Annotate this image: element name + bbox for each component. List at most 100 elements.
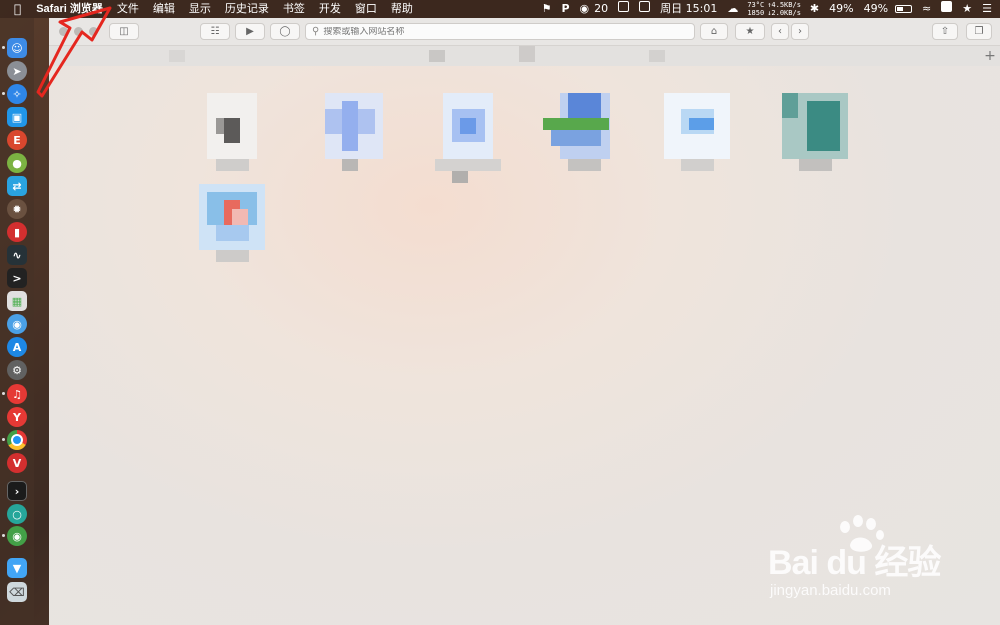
screen-app-icon[interactable]: ○ — [7, 504, 27, 524]
clock-text[interactable]: 周日 15:01 — [655, 0, 722, 18]
menu-develop[interactable]: 开发 — [312, 0, 348, 18]
battery-percent-2[interactable]: 49% — [859, 0, 890, 18]
sogou-icon[interactable] — [936, 0, 957, 18]
tab-bar-blur-pixel — [169, 50, 185, 62]
search-input[interactable] — [319, 26, 664, 37]
shell-app-icon[interactable]: ✹ — [7, 199, 27, 219]
menu-history[interactable]: 历史记录 — [218, 0, 276, 18]
watermark-url: jingyan.baidu.com — [770, 582, 891, 599]
flashlight-icon: ☷ — [210, 26, 220, 37]
menu-window[interactable]: 窗口 — [348, 0, 384, 18]
shield-button[interactable]: ◯ — [270, 23, 300, 40]
download-text: ↓2.0KB/s — [767, 9, 801, 17]
tab-bar-blur-pixel — [519, 46, 535, 62]
tabs-overview-button[interactable]: ❐ — [966, 23, 992, 40]
sidebar-toggle-button[interactable]: ◫ — [109, 23, 139, 40]
launchpad-icon[interactable]: ➤ — [7, 61, 27, 81]
menu-bookmarks[interactable]: 书签 — [276, 0, 312, 18]
bookmark-status-icon[interactable]: ⚑ — [537, 0, 557, 18]
favorite-tile[interactable] — [199, 184, 265, 264]
chrome-icon[interactable] — [7, 430, 27, 450]
app-red-icon[interactable]: E — [7, 130, 27, 150]
home-icon: ⌂ — [710, 26, 718, 37]
activity-monitor-icon[interactable]: ∿ — [7, 245, 27, 265]
photos-app-icon[interactable]: ▦ — [7, 291, 27, 311]
wechat-dock-icon[interactable]: ◉ — [7, 526, 27, 546]
tab-bar-blur-pixel — [429, 50, 445, 62]
favorite-tile[interactable] — [317, 93, 383, 173]
siri-icon[interactable]: ◉ — [7, 314, 27, 334]
upload-text: ↑4.5KB/s — [767, 1, 801, 9]
terminal-icon[interactable]: > — [7, 268, 27, 288]
watermark-brand: Bai du 经验 — [768, 544, 941, 582]
star-icon[interactable]: ★ — [957, 0, 977, 18]
trash-icon[interactable]: ⌫ — [7, 582, 27, 602]
bookmark-star-button[interactable]: ★ — [735, 23, 765, 40]
wifi-icon[interactable]: ≈ — [917, 0, 936, 18]
share-button[interactable]: ⇧ — [932, 23, 958, 40]
reader-button[interactable]: ▶ — [235, 23, 265, 40]
running-indicator — [2, 46, 5, 49]
app-store-icon[interactable]: A — [7, 337, 27, 357]
menu-app-name[interactable]: Safari 浏览器 — [29, 0, 110, 18]
downloads-folder-icon[interactable]: ▼ — [7, 558, 27, 578]
yandex-icon[interactable]: Y — [7, 407, 27, 427]
home-button[interactable]: ⌂ — [700, 23, 728, 40]
finder-icon[interactable]: ☺ — [7, 38, 27, 58]
bluetooth-icon[interactable]: ✱ — [805, 0, 824, 18]
favorite-tile[interactable] — [782, 93, 848, 173]
apple-menu-icon[interactable]:  — [0, 0, 29, 18]
share-icon: ⇧ — [940, 26, 950, 37]
chevron-left-icon: ‹ — [778, 26, 782, 37]
flashlight-button[interactable]: ☷ — [200, 23, 230, 40]
menu-list-icon[interactable]: ☰ — [977, 0, 1000, 18]
rpm-text: 1850 — [747, 9, 765, 17]
zoom-window-button[interactable] — [89, 27, 98, 36]
p-status-icon[interactable]: P — [556, 0, 574, 18]
cloud-icon[interactable]: ☁ — [722, 0, 743, 18]
tab-bar — [49, 46, 1000, 66]
wechat-status-icon[interactable]: ◉ — [575, 0, 595, 18]
menu-help[interactable]: 帮助 — [384, 0, 420, 18]
running-indicator — [2, 392, 5, 395]
menu-bar:  Safari 浏览器 文件 编辑 显示 历史记录 书签 开发 窗口 帮助 ⚑… — [0, 0, 1000, 18]
running-indicator — [2, 534, 5, 537]
new-tab-button[interactable]: + — [980, 46, 1000, 66]
temp-text: 73°C — [747, 1, 765, 9]
play-icon: ▶ — [246, 26, 254, 37]
tabs-icon: ❐ — [974, 26, 984, 37]
vivaldi-icon[interactable]: V — [7, 453, 27, 473]
window-grid-icon[interactable] — [634, 0, 655, 18]
terminal-2-icon[interactable]: › — [7, 481, 27, 501]
forward-button[interactable]: › — [791, 23, 809, 40]
safari-icon[interactable]: ✧ — [7, 84, 27, 104]
back-button[interactable]: ‹ — [771, 23, 789, 40]
favorite-tile[interactable] — [199, 93, 265, 173]
favorite-tile[interactable] — [664, 93, 730, 173]
preview-icon[interactable]: ▣ — [7, 107, 27, 127]
battery-icon[interactable] — [890, 0, 917, 18]
menu-edit[interactable]: 编辑 — [146, 0, 182, 18]
chevron-right-icon: › — [798, 26, 802, 37]
netease-music-icon[interactable]: ♫ — [7, 384, 27, 404]
status-area: ⚑ P ◉ 20 周日 15:01 ☁ 73°C ↑4.5KB/s 1850 ↓… — [537, 0, 1000, 18]
shield-icon: ◯ — [279, 26, 291, 37]
android-icon[interactable]: ● — [7, 153, 27, 173]
airplay-icon[interactable] — [613, 0, 634, 18]
menu-view[interactable]: 显示 — [182, 0, 218, 18]
music-app-icon[interactable]: ▮ — [7, 222, 27, 242]
close-window-button[interactable] — [59, 27, 68, 36]
star-icon: ★ — [745, 26, 755, 37]
system-preferences-icon[interactable]: ⚙ — [7, 360, 27, 380]
favorite-tile[interactable] — [543, 93, 610, 173]
favorite-tile[interactable] — [435, 93, 501, 183]
sys-monitor[interactable]: 73°C ↑4.5KB/s 1850 ↓2.0KB/s — [743, 1, 805, 17]
wechat-count[interactable]: 20 — [594, 0, 613, 18]
safari-toolbar: ◫ ☷ ▶ ◯ ⚲ ⌂ ★ ‹ › ⇧ ❐ — [49, 18, 1000, 46]
menu-file[interactable]: 文件 — [110, 0, 146, 18]
transfer-icon[interactable]: ⇄ — [7, 176, 27, 196]
search-icon: ⚲ — [312, 26, 320, 37]
battery-percent-1[interactable]: 49% — [824, 0, 858, 18]
address-bar[interactable]: ⚲ — [305, 23, 695, 40]
minimize-window-button[interactable] — [74, 27, 83, 36]
